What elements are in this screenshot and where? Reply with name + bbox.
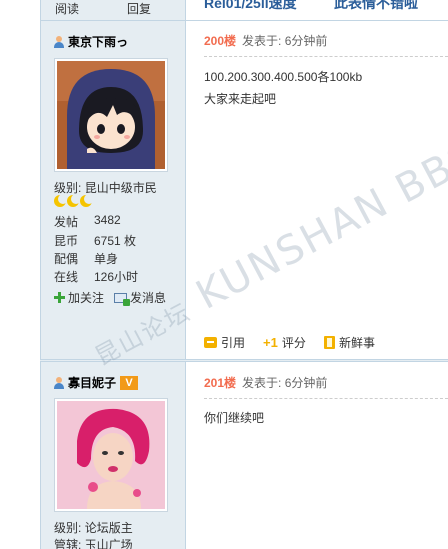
stat-spouse: 配偶 单身 xyxy=(54,252,119,266)
stat-posts: 发帖 3482 xyxy=(54,213,121,229)
forum-thread-page: 阅读 回复 Rel01/25ll速度 此表情不错啦 東京下雨っ 级别: 昆山中级… xyxy=(0,0,448,549)
rate-plus-one-icon: +1 xyxy=(263,334,278,350)
post-content: 你们继续吧 xyxy=(204,411,265,425)
user-level: 级别: 论坛版主 xyxy=(54,521,133,535)
avatar[interactable] xyxy=(54,398,168,512)
post-header: 201楼 发表于: 6分钟前 xyxy=(204,374,327,391)
floor-number[interactable]: 200楼 xyxy=(204,32,236,49)
post-time: 发表于: 6分钟前 xyxy=(242,34,328,48)
moon-icon xyxy=(54,194,68,207)
moon-icon xyxy=(80,194,94,207)
divider xyxy=(204,56,448,57)
read-count-label: 阅读 xyxy=(55,2,80,16)
moon-icon xyxy=(67,194,81,207)
avatar[interactable] xyxy=(54,58,168,172)
avatar-image xyxy=(57,61,165,169)
follow-button[interactable]: 加关注 xyxy=(54,289,104,306)
author-name-link[interactable]: 東京下雨っ xyxy=(68,33,128,50)
divider xyxy=(40,20,448,21)
author-name-link[interactable]: 寡目妮子 xyxy=(68,374,116,391)
post-author: 東京下雨っ xyxy=(54,33,128,50)
rate-button[interactable]: +1 评分 xyxy=(263,334,306,351)
quote-button[interactable]: 引用 xyxy=(204,334,245,351)
message-icon xyxy=(114,292,130,306)
thread-title-fragment[interactable]: Rel01/25ll速度 xyxy=(204,0,297,13)
avatar-image xyxy=(57,401,165,509)
send-message-button[interactable]: 发消息 xyxy=(114,289,166,306)
post-author: 寡目妮子 V xyxy=(54,374,139,391)
plus-icon xyxy=(54,292,65,303)
thread-title-fragment-2[interactable]: 此表情不错啦 xyxy=(334,0,418,13)
level-moon-icons xyxy=(54,194,94,207)
online-user-icon xyxy=(54,376,64,389)
stat-coins: 昆币 6751 枚 xyxy=(54,234,137,248)
post-content: 100.200.300.400.500各100kb 大家来走起吧 xyxy=(204,70,363,106)
floor-number[interactable]: 201楼 xyxy=(204,374,236,391)
stat-online: 在线 126小时 xyxy=(54,270,139,284)
verified-badge: V xyxy=(120,375,139,390)
divider xyxy=(204,398,448,399)
news-icon xyxy=(324,336,335,349)
post-separator xyxy=(40,359,448,362)
quote-icon xyxy=(204,337,217,348)
share-news-button[interactable]: 新鲜事 xyxy=(324,334,375,351)
post-time: 发表于: 6分钟前 xyxy=(242,376,328,390)
post-header: 200楼 发表于: 6分钟前 xyxy=(204,32,327,49)
online-user-icon xyxy=(54,35,64,48)
user-jurisdiction: 管辖: 玉山广场 xyxy=(54,538,133,549)
reply-count-label: 回复 xyxy=(127,2,152,16)
user-level: 级别: 昆山中级市民 xyxy=(54,181,157,195)
